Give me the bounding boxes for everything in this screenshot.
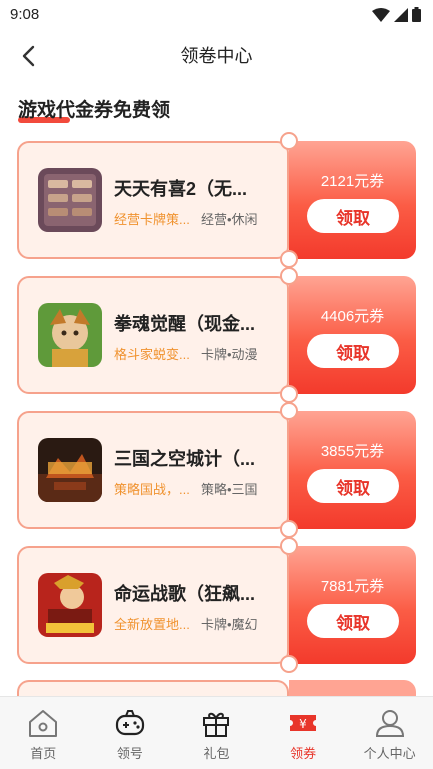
claim-button[interactable]: 领取	[307, 199, 399, 233]
gamepad-icon	[115, 710, 144, 736]
game-icon[interactable]	[38, 303, 102, 367]
tab-home[interactable]: 首页	[0, 697, 87, 769]
tab-coupon[interactable]: ¥ 领券	[260, 697, 347, 769]
home-icon	[29, 710, 58, 737]
card-notch	[280, 655, 298, 673]
claim-button[interactable]: 领取	[307, 334, 399, 368]
tab-label: 领号	[116, 746, 143, 761]
tab-profile[interactable]: 个人中心	[346, 697, 433, 769]
svg-text:¥: ¥	[299, 717, 307, 731]
game-tags: 经营•休闲	[201, 212, 258, 227]
card-notch	[280, 250, 298, 268]
game-name: 命运战歌（狂飙...	[114, 584, 256, 604]
user-icon	[375, 710, 404, 737]
battery-icon	[412, 7, 421, 22]
section-title: 游戏代金券免费领	[18, 100, 171, 121]
voucher-card[interactable]: 三国之空城计（... 策略国战，... 策略•三国 3855元券 领取	[17, 402, 416, 538]
card-notch	[280, 132, 298, 150]
game-name: 拳魂觉醒（现金...	[114, 314, 256, 334]
game-name: 三国之空城计（...	[114, 449, 256, 469]
game-desc: 策略国战，...	[114, 482, 190, 497]
nav-bar: 领卷中心	[0, 30, 433, 80]
voucher-card[interactable]: 拳魂觉醒（现金... 格斗家蜕变... 卡牌•动漫 4406元券 领取	[17, 267, 416, 403]
card-notch	[280, 520, 298, 538]
voucher-amount: 7881元券	[320, 578, 385, 595]
voucher-card[interactable]: 命运战歌（狂飙... 全新放置地... 卡牌•魔幻 7881元券 领取	[17, 537, 416, 673]
game-tags: 卡牌•魔幻	[201, 617, 258, 632]
card-notch	[280, 537, 298, 555]
game-icon[interactable]	[38, 573, 102, 637]
game-icon[interactable]	[38, 438, 102, 502]
card-notch	[280, 385, 298, 403]
status-bar: 9:08	[0, 0, 433, 30]
voucher-amount: 2121元券	[320, 173, 385, 190]
card-notch	[280, 402, 298, 420]
game-tags: 策略•三国	[201, 482, 258, 497]
game-desc: 全新放置地...	[114, 617, 190, 632]
tab-label: 礼包	[203, 746, 230, 761]
tab-gift[interactable]: 礼包	[173, 697, 260, 769]
claim-button[interactable]: 领取	[307, 469, 399, 503]
voucher-card[interactable]: 天天有喜2（无... 经营卡牌策... 经营•休闲 2121元券 领取	[17, 132, 416, 268]
page-title: 领卷中心	[180, 46, 253, 66]
signal-icon	[394, 7, 408, 22]
voucher-amount: 3855元券	[320, 443, 385, 460]
game-tags: 卡牌•动漫	[201, 347, 258, 362]
voucher-amount: 4406元券	[320, 308, 385, 325]
coupon-icon: ¥	[290, 715, 317, 731]
game-icon[interactable]	[38, 168, 102, 232]
status-time: 9:08	[10, 6, 40, 23]
tab-label: 个人中心	[363, 746, 416, 761]
game-name: 天天有喜2（无...	[114, 179, 248, 199]
tab-account[interactable]: 领号	[87, 697, 174, 769]
tab-label: 首页	[30, 746, 57, 761]
bottom-tab-bar: 首页 领号 礼包 ¥ 领券 个人中心	[0, 696, 433, 769]
wifi-icon	[372, 7, 390, 22]
card-notch	[280, 267, 298, 285]
claim-button[interactable]: 领取	[307, 604, 399, 638]
game-desc: 格斗家蜕变...	[114, 347, 190, 362]
status-icons	[372, 7, 421, 22]
game-desc: 经营卡牌策...	[114, 212, 190, 227]
gift-icon	[203, 712, 230, 737]
tab-label: 领券	[290, 746, 317, 761]
